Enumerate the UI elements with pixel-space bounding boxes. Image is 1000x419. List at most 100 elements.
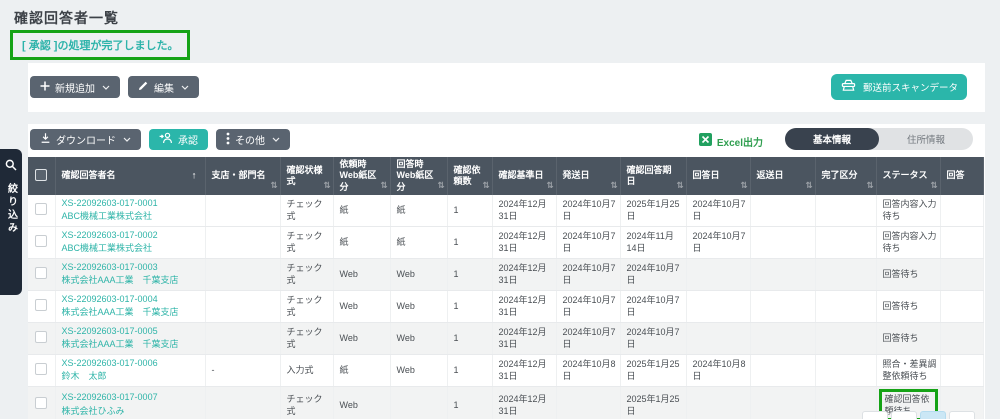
column-header[interactable]: 依頼時 Web紙区分⇅ bbox=[333, 157, 390, 195]
sort-icon[interactable]: ⇅ bbox=[805, 180, 812, 191]
checkbox-cell bbox=[28, 354, 55, 386]
status-cell: 回答内容入力待ち bbox=[876, 226, 940, 258]
answer-media-cell: Web bbox=[390, 290, 447, 322]
add-new-button[interactable]: 新規追加 bbox=[30, 76, 120, 98]
complete-type-cell bbox=[815, 258, 876, 290]
column-header[interactable]: 回答日⇅ bbox=[686, 157, 750, 195]
column-header[interactable]: 確認回答者名↑ bbox=[55, 157, 205, 195]
status-text: 回答待ち bbox=[883, 301, 919, 311]
sort-icon[interactable]: ⇅ bbox=[482, 180, 489, 191]
edit-button[interactable]: 編集 bbox=[128, 76, 199, 98]
column-header-label: 支店・部門名 bbox=[212, 170, 270, 181]
complete-type-cell bbox=[815, 226, 876, 258]
pager-button[interactable] bbox=[891, 411, 917, 419]
select-all-checkbox[interactable] bbox=[35, 169, 47, 181]
due-date-cell: 2025年1月25日 bbox=[620, 195, 686, 227]
column-header[interactable]: 確認依頼数⇅ bbox=[447, 157, 492, 195]
column-header[interactable]: 回答時 Web紙区分⇅ bbox=[390, 157, 447, 195]
return-date-cell bbox=[750, 386, 815, 419]
sort-icon[interactable]: ⇅ bbox=[610, 180, 617, 191]
column-header[interactable]: 回答 bbox=[940, 157, 983, 195]
respondent-link[interactable]: XS-22092603-017-0004株式会社AAA工業 千葉支店 bbox=[62, 293, 203, 320]
row-checkbox[interactable] bbox=[35, 267, 47, 279]
branch-cell bbox=[205, 226, 280, 258]
sort-icon[interactable]: ⇅ bbox=[740, 180, 747, 191]
status-cell: 回答待ち bbox=[876, 322, 940, 354]
sort-icon[interactable]: ↑ bbox=[192, 170, 197, 181]
answer-media-cell: Web bbox=[390, 354, 447, 386]
sort-icon[interactable]: ⇅ bbox=[546, 180, 553, 191]
row-checkbox[interactable] bbox=[35, 235, 47, 247]
row-checkbox[interactable] bbox=[35, 203, 47, 215]
column-header-label: 発送日 bbox=[563, 170, 610, 181]
respondent-link[interactable]: XS-22092603-017-0005株式会社AAA工業 千葉支店 bbox=[62, 325, 203, 352]
column-header[interactable]: 支店・部門名⇅ bbox=[205, 157, 280, 195]
filter-sidebar-tab[interactable]: 絞り込み bbox=[0, 149, 22, 295]
respondent-link[interactable]: XS-22092603-017-0001ABC機械工業株式会社 bbox=[62, 197, 203, 224]
request-count-cell: 1 bbox=[447, 258, 492, 290]
respondent-name: 株式会社ひふみ bbox=[62, 406, 125, 416]
tab-basic-info[interactable]: 基本情報 bbox=[785, 128, 879, 150]
row-checkbox[interactable] bbox=[35, 363, 47, 375]
row-checkbox[interactable] bbox=[35, 299, 47, 311]
column-header-label: 依頼時 Web紙区分 bbox=[340, 159, 380, 193]
select-all-header bbox=[28, 157, 55, 195]
respondent-name-cell: XS-22092603-017-0007 株式会社ひふみ bbox=[55, 386, 205, 419]
download-button[interactable]: ダウンロード bbox=[30, 129, 141, 150]
due-date-cell: 2024年10月7日 bbox=[620, 258, 686, 290]
download-icon bbox=[40, 132, 51, 147]
status-cell: 照合・差異調整依頼待ち bbox=[876, 354, 940, 386]
others-label: その他 bbox=[235, 132, 265, 147]
column-header[interactable]: ステータス⇅ bbox=[876, 157, 940, 195]
row-checkbox[interactable] bbox=[35, 331, 47, 343]
table-row: XS-22092603-017-0003株式会社AAA工業 千葉支店チェック式W… bbox=[28, 258, 983, 290]
column-header[interactable]: 確認回答期日⇅ bbox=[620, 157, 686, 195]
respondent-code: XS-22092603-017-0005 bbox=[62, 326, 158, 336]
row-checkbox[interactable] bbox=[35, 397, 47, 409]
search-icon bbox=[5, 158, 17, 176]
view-toggle: 基本情報 住所情報 bbox=[785, 128, 973, 150]
column-header[interactable]: 返送日⇅ bbox=[750, 157, 815, 195]
column-header-label: 確認依頼数 bbox=[454, 165, 482, 188]
pager-button[interactable] bbox=[862, 411, 888, 419]
pager-button[interactable] bbox=[920, 411, 946, 419]
sort-icon[interactable]: ⇅ bbox=[676, 180, 683, 191]
pre-mail-scan-button[interactable]: 郵送前スキャンデータ bbox=[831, 74, 967, 100]
column-header[interactable]: 確認基準日⇅ bbox=[492, 157, 556, 195]
respondent-name-cell: XS-22092603-017-0006鈴木 太郎 bbox=[55, 354, 205, 386]
respondent-code: XS-22092603-017-0003 bbox=[62, 262, 158, 272]
sort-icon[interactable]: ⇅ bbox=[323, 180, 330, 191]
sort-icon[interactable]: ⇅ bbox=[380, 180, 387, 191]
pager-button[interactable] bbox=[949, 411, 975, 419]
respondent-code: XS-22092603-017-0007 bbox=[62, 392, 158, 402]
respondent-link[interactable]: XS-22092603-017-0002ABC機械工業株式会社 bbox=[62, 229, 203, 256]
checkbox-cell bbox=[28, 195, 55, 227]
respondent-link[interactable]: XS-22092603-017-0006鈴木 太郎 bbox=[62, 357, 203, 384]
respondent-link[interactable]: XS-22092603-017-0003株式会社AAA工業 千葉支店 bbox=[62, 261, 203, 288]
edit-label: 編集 bbox=[154, 80, 174, 95]
base-date-cell: 2024年12月31日 bbox=[492, 386, 556, 419]
answer-cell bbox=[940, 322, 983, 354]
tab-address-info[interactable]: 住所情報 bbox=[879, 128, 973, 150]
respondent-link[interactable]: XS-22092603-017-0007 株式会社ひふみ bbox=[62, 391, 203, 418]
sort-icon[interactable]: ⇅ bbox=[930, 180, 937, 191]
request-count-cell: 1 bbox=[447, 354, 492, 386]
answer-date-cell: 2024年10月8日 bbox=[686, 354, 750, 386]
return-date-cell bbox=[750, 195, 815, 227]
complete-type-cell bbox=[815, 322, 876, 354]
sort-icon[interactable]: ⇅ bbox=[437, 180, 444, 191]
scanner-icon bbox=[840, 78, 857, 96]
column-header[interactable]: 発送日⇅ bbox=[556, 157, 620, 195]
base-date-cell: 2024年12月31日 bbox=[492, 354, 556, 386]
sort-icon[interactable]: ⇅ bbox=[866, 180, 873, 191]
others-button[interactable]: その他 bbox=[216, 129, 290, 150]
column-header[interactable]: 完了区分⇅ bbox=[815, 157, 876, 195]
approve-button[interactable]: 承認 bbox=[149, 129, 208, 150]
format-cell: チェック式 bbox=[280, 195, 333, 227]
column-header[interactable]: 確認状様式⇅ bbox=[280, 157, 333, 195]
excel-export-button[interactable]: Excel出力 bbox=[699, 133, 763, 149]
sort-icon[interactable]: ⇅ bbox=[270, 180, 277, 191]
table-row: XS-22092603-017-0002ABC機械工業株式会社チェック式紙紙12… bbox=[28, 226, 983, 258]
answer-date-cell bbox=[686, 258, 750, 290]
respondent-name: 株式会社AAA工業 千葉支店 bbox=[62, 307, 179, 317]
